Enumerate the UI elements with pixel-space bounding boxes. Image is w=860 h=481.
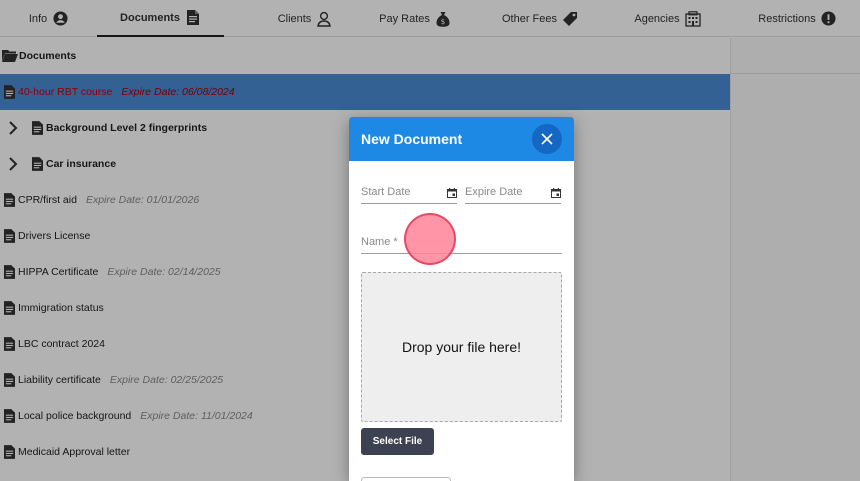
dropzone-text: Drop your file here! bbox=[401, 339, 522, 355]
select-file-button[interactable]: Select File bbox=[361, 428, 434, 455]
name-placeholder: Name * bbox=[361, 236, 398, 248]
close-button[interactable] bbox=[532, 124, 562, 154]
start-date-placeholder: Start Date bbox=[361, 186, 411, 198]
new-document-dialog: New Document Start Date Expire Date Name… bbox=[349, 117, 574, 481]
select-file-label: Select File bbox=[372, 436, 423, 447]
start-date-field[interactable]: Start Date bbox=[361, 182, 457, 204]
secondary-button[interactable] bbox=[361, 477, 451, 481]
cursor-indicator bbox=[404, 213, 456, 265]
file-dropzone[interactable]: Drop your file here! bbox=[361, 272, 562, 422]
expire-date-placeholder: Expire Date bbox=[465, 186, 523, 198]
calendar-icon[interactable] bbox=[447, 188, 457, 198]
dialog-header: New Document bbox=[349, 117, 574, 161]
name-field[interactable]: Name * bbox=[361, 232, 562, 254]
close-icon bbox=[541, 133, 553, 145]
dialog-title: New Document bbox=[361, 131, 463, 147]
calendar-icon[interactable] bbox=[551, 188, 561, 198]
expire-date-field[interactable]: Expire Date bbox=[465, 182, 561, 204]
